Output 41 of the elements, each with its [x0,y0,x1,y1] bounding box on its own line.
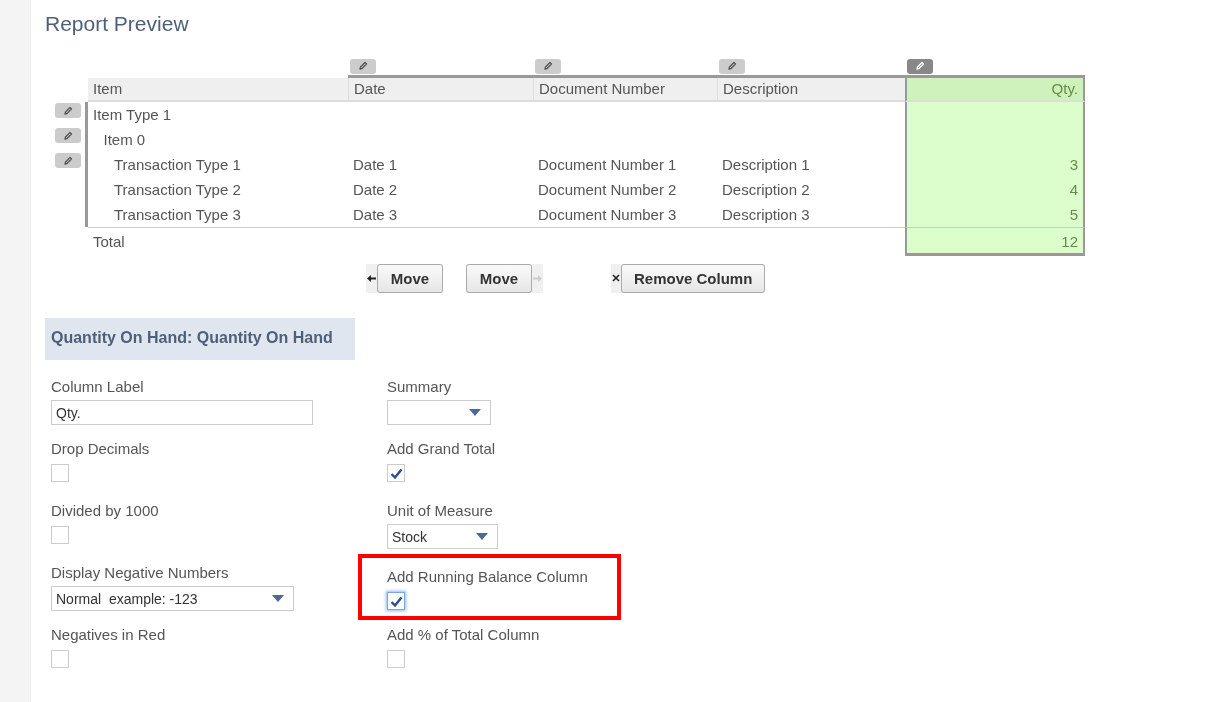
table-cell-text: Date 3 [352,205,399,225]
table-cell-text: Description 2 [721,180,811,200]
table-cell-text: Transaction Type 3 [113,205,242,225]
table-cell: 4 [905,177,1085,202]
table-cell-text: Transaction Type 1 [113,155,242,175]
remove-column-button[interactable]: Remove Column [621,263,766,293]
field-label: Display Negative Numbers [51,563,230,583]
table-cell-text: Document Number 1 [537,155,678,175]
total-cell: Total [88,227,348,255]
table-cell-text: Description 3 [721,205,811,225]
field-label: Negatives in Red [51,625,167,645]
field-label: Unit of Measure [387,501,494,521]
field-label: Add Grand Total [387,439,497,459]
table-cell-text: Document Number 3 [537,205,678,225]
column-header[interactable]: Date [348,78,533,102]
table-cell-text: Transaction Type 2 [113,180,242,200]
move-button[interactable]: Move [377,263,443,293]
text-field[interactable]: Qty. [51,400,313,425]
field-label: Divided by 1000 [51,501,160,521]
field-label: Add % of Total Column [387,625,541,645]
column-header[interactable]: Item [88,78,348,102]
field-label: Summary [387,377,453,397]
table-cell-text: Item 0 [102,130,147,150]
table-cell: 5 [905,202,1085,227]
table-cell: 3 [905,152,1085,177]
dropdown[interactable]: Normal example: -123 [51,586,294,611]
table-cell-text: Description 1 [721,155,811,175]
table-cell-text: Date 1 [352,155,399,175]
dropdown[interactable]: Stock [387,524,498,549]
column-header[interactable]: Description [717,78,905,102]
table-cell-text: Document Number 2 [537,180,678,200]
field-label: Column Label [51,377,145,397]
table-cell-text: Item Type 1 [92,105,173,125]
table-cell-text: Date 2 [352,180,399,200]
page-title: Report Preview [45,12,190,37]
field-label: Drop Decimals [51,439,151,459]
total-cell: 12 [905,227,1085,256]
move-button[interactable]: Move [466,263,532,293]
field-label: Add Running Balance Column [387,567,589,587]
column-header[interactable]: Document Number [533,78,717,102]
section-header: Quantity On Hand: Quantity On Hand [45,318,355,360]
